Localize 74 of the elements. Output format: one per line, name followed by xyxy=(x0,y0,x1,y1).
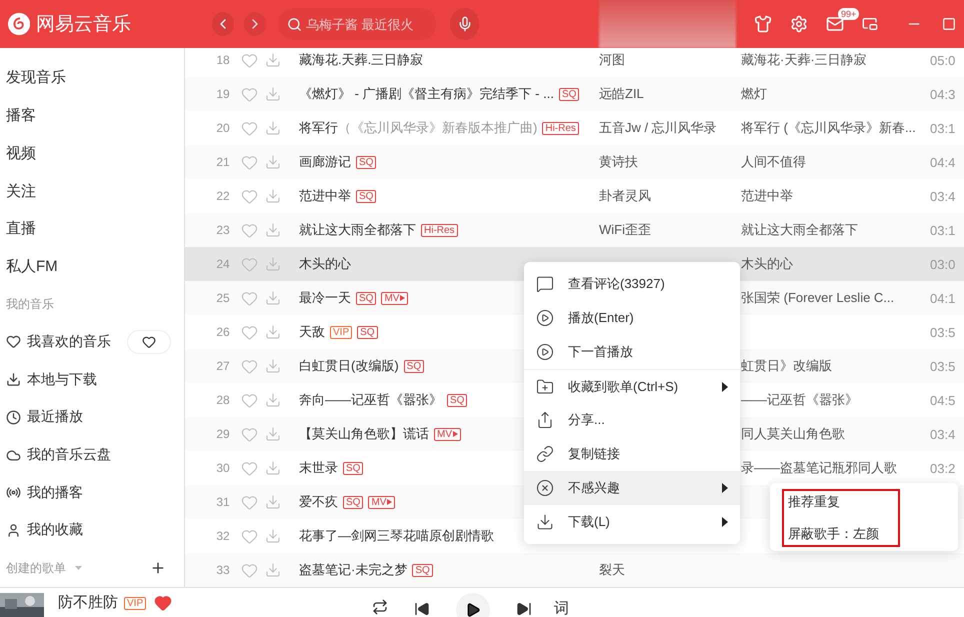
song-title: 画廊游记 xyxy=(299,153,351,171)
quality-tag: SQ xyxy=(404,360,424,372)
song-title: 花事了—剑网三琴花喵原创剧情歌 xyxy=(299,527,494,545)
duration: 04:4 xyxy=(930,154,956,170)
menu-label: 下载(L) xyxy=(568,513,611,531)
menu-label: 下一首播放 xyxy=(568,343,634,361)
track-number: 30 xyxy=(215,461,231,475)
quality-tag: SQ xyxy=(343,462,364,474)
duration: 03:5 xyxy=(930,324,956,340)
track-number: 31 xyxy=(215,495,231,509)
quality-tag: MV xyxy=(368,496,396,508)
menu-label: 不感兴趣 xyxy=(568,479,621,497)
quality-tag: SQ xyxy=(356,156,376,168)
now-playing-title: 防不胜防 xyxy=(58,593,118,612)
duration: 04:5 xyxy=(930,392,956,408)
duration: 03:4 xyxy=(930,426,956,442)
quality-tag: MV xyxy=(381,292,408,304)
song-title: 奔向——记巫哲《嚣张》 xyxy=(299,391,442,409)
duration: 03:4 xyxy=(930,188,956,204)
song-title: 范进中举 xyxy=(299,187,351,205)
track-number: 33 xyxy=(215,563,231,577)
duration: 03:1 xyxy=(930,222,956,238)
menu-label: 收藏到歌单(Ctrl+S) xyxy=(568,378,680,396)
song-title: 最冷一天 xyxy=(299,289,351,307)
song-title: 木头的心 xyxy=(299,255,351,273)
quality-tag: SQ xyxy=(356,190,376,202)
vip-tag: VIP xyxy=(124,597,146,610)
song-title: 《燃灯》 - 广播剧《督主有病》完结季下 - ... xyxy=(299,85,554,103)
quality-tag: SQ xyxy=(356,292,376,304)
duration: 04:1 xyxy=(930,290,956,306)
song-title: 末世录 xyxy=(299,459,338,477)
menu-label: 复制链接 xyxy=(568,445,621,463)
track-number: 23 xyxy=(215,223,231,237)
song-title: 爱不疚 xyxy=(299,493,338,511)
menu-label: 播放(Enter) xyxy=(568,309,635,327)
track-number: 19 xyxy=(215,87,231,101)
quality-tag: SQ xyxy=(447,394,468,406)
track-number: 21 xyxy=(215,155,231,169)
song-title: 【莫关山角色歌】谎话 xyxy=(299,425,429,443)
duration: 05:0 xyxy=(930,52,956,68)
duration: 03:2 xyxy=(930,460,956,476)
duration: 04:3 xyxy=(930,86,956,102)
track-number: 24 xyxy=(215,257,231,271)
song-title: 藏海花.天葬.三日静寂 xyxy=(299,51,424,69)
menu-label: 分享... xyxy=(568,411,606,429)
quality-tag: SQ xyxy=(343,496,364,508)
track-number: 25 xyxy=(215,291,231,305)
duration: 03:1 xyxy=(930,120,956,136)
app-title: 网易云音乐 xyxy=(36,13,132,37)
track-number: 29 xyxy=(215,427,231,441)
quality-tag: Hi-Res xyxy=(542,122,579,134)
track-number: 28 xyxy=(215,393,231,407)
quality-tag: Hi-Res xyxy=(421,224,458,236)
song-title: 天敌 xyxy=(299,323,325,341)
quality-tag: SQ xyxy=(558,88,580,100)
track-number: 27 xyxy=(215,359,231,373)
track-number: 22 xyxy=(215,189,231,203)
song-title: 盗墓笔记·未完之梦 xyxy=(299,561,408,579)
menu-label: 查看评论(33927) xyxy=(568,275,666,293)
song-title: 就让这大雨全都落下 xyxy=(299,221,416,239)
track-number: 32 xyxy=(215,529,231,543)
quality-tag: VIP xyxy=(330,326,352,338)
track-number: 18 xyxy=(215,53,231,67)
quality-tag: SQ xyxy=(357,326,378,338)
unread-count: 99+ xyxy=(838,8,860,20)
duration: 03:5 xyxy=(930,358,956,374)
track-number: 26 xyxy=(215,325,231,339)
duration: 03:0 xyxy=(930,256,956,272)
quality-tag: SQ xyxy=(412,564,433,576)
song-title: 将军行（《忘川风华录》新春版本推广曲) xyxy=(299,119,538,137)
section-title: 我的音乐 xyxy=(6,296,54,313)
track-number: 20 xyxy=(215,121,231,135)
song-title: 白虹贯日(改编版) xyxy=(299,357,399,375)
quality-tag: MV xyxy=(434,428,461,440)
